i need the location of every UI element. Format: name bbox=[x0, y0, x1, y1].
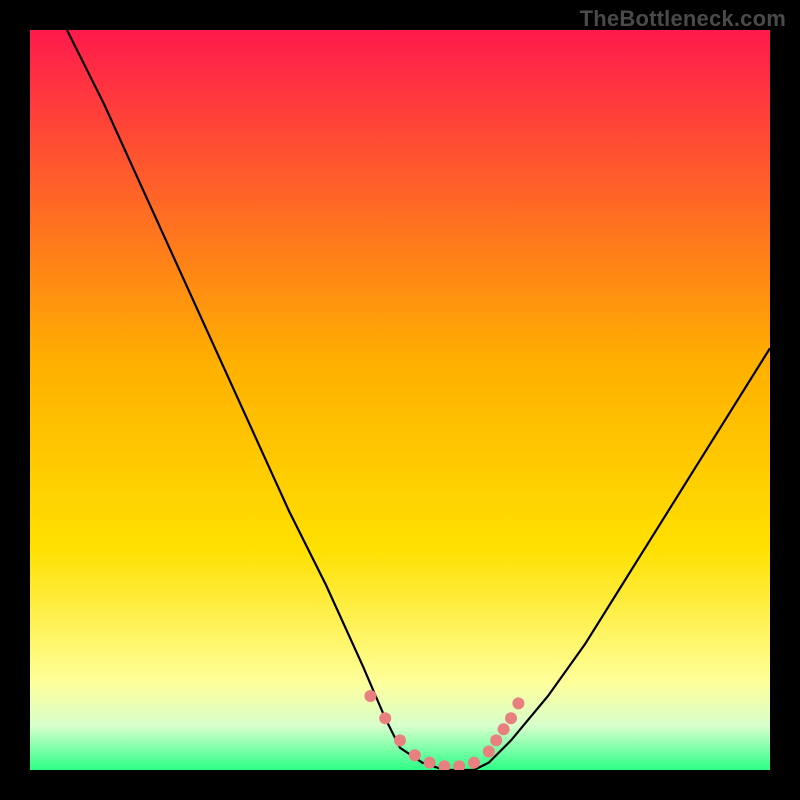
chart-svg bbox=[30, 30, 770, 770]
data-marker bbox=[490, 734, 502, 746]
data-marker bbox=[409, 749, 421, 761]
gradient-background bbox=[30, 30, 770, 770]
watermark-text: TheBottleneck.com bbox=[580, 6, 786, 32]
data-marker bbox=[498, 723, 510, 735]
data-marker bbox=[512, 697, 524, 709]
data-marker bbox=[424, 757, 436, 769]
data-marker bbox=[505, 712, 517, 724]
plot-area bbox=[30, 30, 770, 770]
data-marker bbox=[483, 746, 495, 758]
data-marker bbox=[394, 734, 406, 746]
data-marker bbox=[379, 712, 391, 724]
data-marker bbox=[364, 690, 376, 702]
chart-frame: TheBottleneck.com bbox=[0, 0, 800, 800]
data-marker bbox=[468, 757, 480, 769]
